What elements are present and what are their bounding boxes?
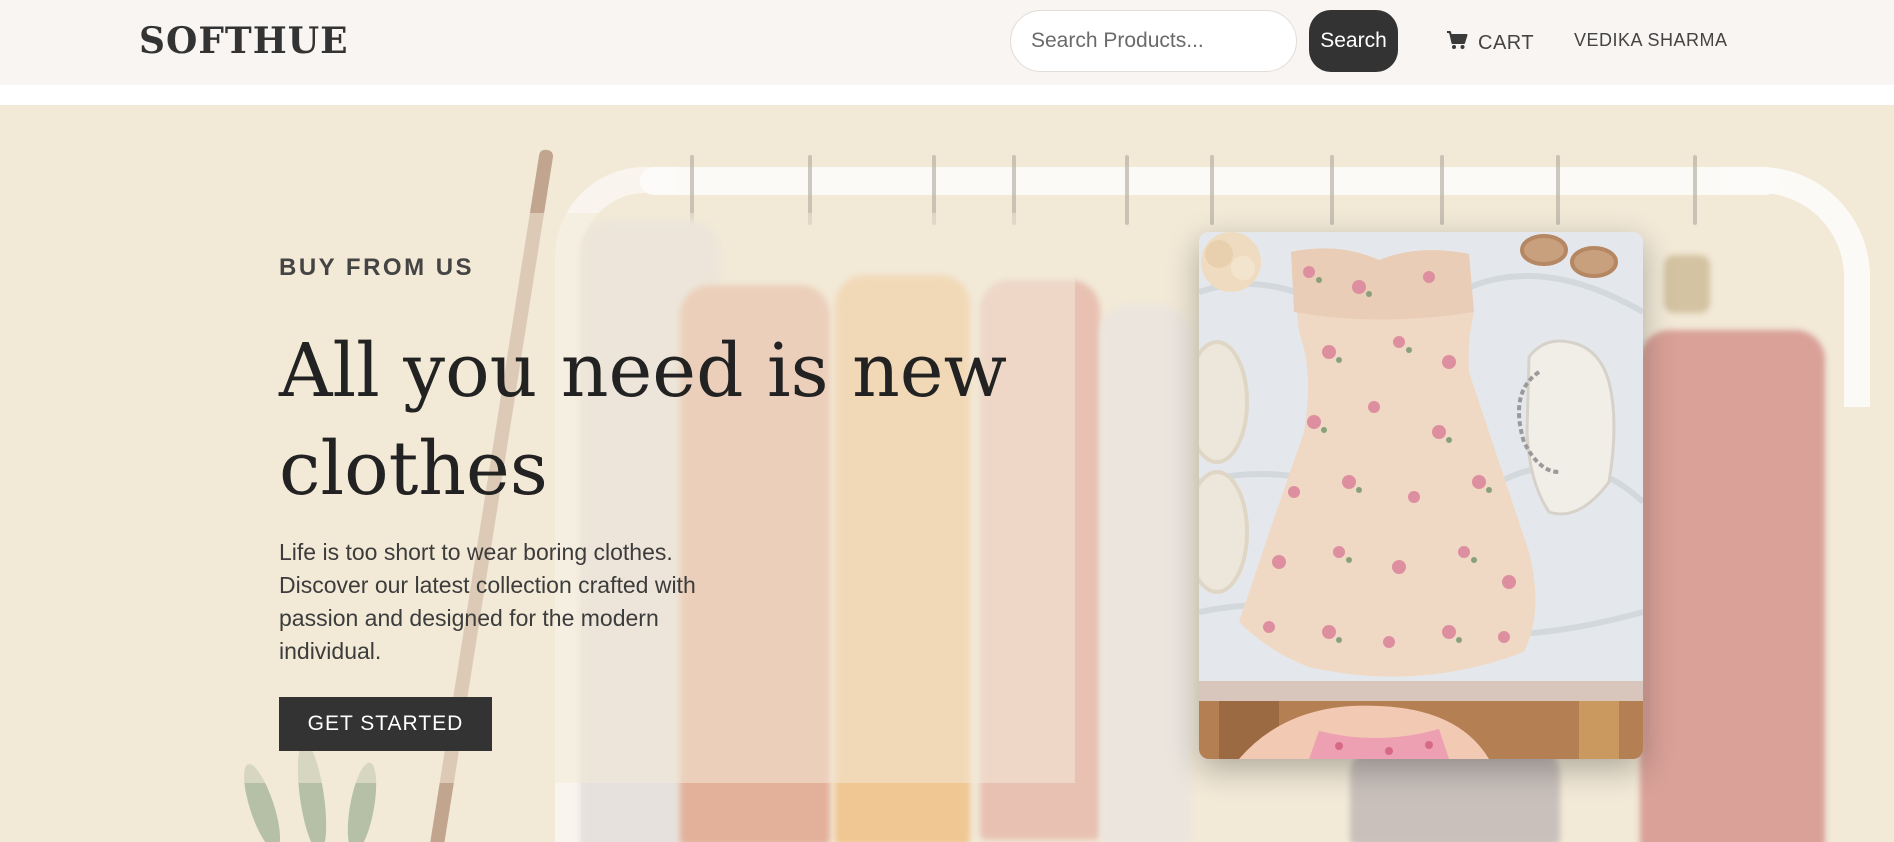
featured-product-card[interactable] <box>1199 232 1643 759</box>
hanger <box>1440 155 1444 225</box>
garment <box>1100 305 1190 842</box>
top-navbar: SOFTHUE Search CART VEDIKA SHARMA <box>0 0 1894 85</box>
hanger <box>1125 155 1129 225</box>
get-started-button[interactable]: GET STARTED <box>279 697 492 751</box>
floral-dress-image <box>1199 232 1643 681</box>
garment <box>1640 330 1825 842</box>
hanger <box>1330 155 1334 225</box>
image-divider <box>1199 681 1643 701</box>
cart-link[interactable]: CART <box>1446 28 1534 58</box>
hanger <box>1556 155 1560 225</box>
search-input[interactable] <box>1010 10 1297 72</box>
brand-logo[interactable]: SOFTHUE <box>139 20 349 62</box>
hanger <box>1693 155 1697 225</box>
hanging-tag <box>1664 255 1710 313</box>
cart-label: CART <box>1478 31 1535 54</box>
hero-headline: All you need is new clothes <box>279 328 1007 512</box>
hanger <box>1210 155 1214 225</box>
cart-icon <box>1446 30 1468 56</box>
model-photo-image <box>1199 701 1643 759</box>
hero-eyebrow: BUY FROM US <box>279 254 475 281</box>
hero-description: Life is too short to wear boring clothes… <box>279 539 696 664</box>
user-account-link[interactable]: VEDIKA SHARMA <box>1574 30 1728 51</box>
search-button[interactable]: Search <box>1309 10 1398 72</box>
garment <box>1350 745 1560 842</box>
